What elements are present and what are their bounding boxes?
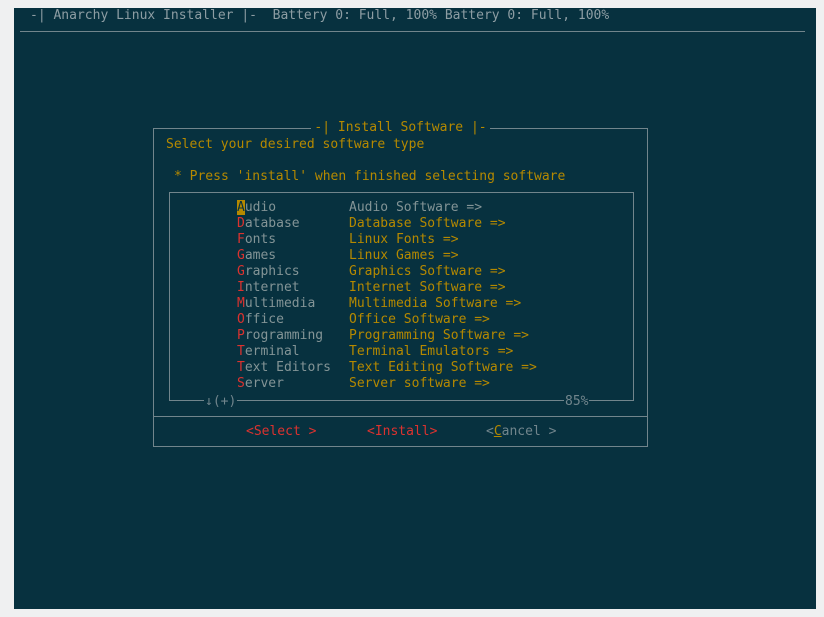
list-item-hotkey: P bbox=[237, 328, 245, 343]
status-line: -| Anarchy Linux Installer |- Battery 0:… bbox=[30, 8, 610, 23]
install-button[interactable]: <Install> bbox=[367, 424, 437, 440]
list-item-tag: Graphics bbox=[237, 264, 300, 280]
list-item-tag-rest: ffice bbox=[244, 312, 284, 327]
list-item-tag: Games bbox=[237, 248, 276, 264]
list-item-tag-rest: erminal bbox=[244, 344, 300, 359]
dialog-title-bar: -| Install Software |- bbox=[154, 120, 647, 136]
software-type-list[interactable]: Audio Audio Software => Database Database S… bbox=[169, 192, 634, 410]
cancel-button[interactable]: <Cancel > bbox=[486, 424, 556, 440]
list-item-tag-rest: rogramming bbox=[244, 328, 324, 343]
list-item-hotkey: G bbox=[237, 248, 245, 263]
list-item-tag-rest: udio bbox=[244, 200, 277, 215]
dialog-hint: * Press 'install' when finished selectin… bbox=[174, 169, 566, 184]
list-item-tag: Text Editors bbox=[237, 360, 331, 376]
list-item[interactable]: Internet Internet Software => bbox=[170, 280, 630, 296]
list-item-description: Multimedia Software => bbox=[349, 296, 522, 311]
list-item-description: Graphics Software => bbox=[349, 264, 506, 279]
list-item-description: Programming Software => bbox=[349, 328, 530, 343]
scroll-percent: 85% bbox=[564, 394, 590, 410]
list-item-tag: Programming bbox=[237, 328, 323, 344]
list-item[interactable]: Audio Audio Software => bbox=[170, 200, 630, 216]
list-item-description: Linux Games => bbox=[349, 248, 459, 263]
list-item-tag: Audio bbox=[237, 200, 276, 216]
list-item[interactable]: Fonts Linux Fonts => bbox=[170, 232, 630, 248]
list-item-tag: Internet bbox=[237, 280, 300, 296]
list-item-tag-rest: ames bbox=[244, 248, 277, 263]
list-item[interactable]: Graphics Graphics Software => bbox=[170, 264, 630, 280]
list-item-hotkey: T bbox=[237, 344, 245, 359]
list-item-description: Audio Software => bbox=[349, 200, 483, 215]
list-item-hotkey: A bbox=[237, 200, 245, 215]
list-item-description: Database Software => bbox=[349, 216, 506, 231]
cancel-label: ancel > bbox=[501, 424, 557, 439]
list-item-hotkey: I bbox=[237, 280, 245, 295]
dialog-prompt: Select your desired software type bbox=[166, 137, 425, 152]
dialog-title: -| Install Software |- bbox=[311, 120, 490, 135]
list-item-hotkey: T bbox=[237, 360, 245, 375]
list-item[interactable]: Terminal Terminal Emulators => bbox=[170, 344, 630, 360]
list-item-description: Linux Fonts => bbox=[349, 232, 459, 247]
list-item-description: Office Software => bbox=[349, 312, 490, 327]
list-item-description: Text Editing Software => bbox=[349, 360, 537, 375]
status-line-divider bbox=[20, 31, 805, 32]
terminal-screen: -| Anarchy Linux Installer |- Battery 0:… bbox=[14, 8, 816, 609]
list-item-tag-rest: atabase bbox=[244, 216, 300, 231]
list-item-hotkey: O bbox=[237, 312, 245, 327]
list-item-tag: Multimedia bbox=[237, 296, 315, 312]
list-item[interactable]: Office Office Software => bbox=[170, 312, 630, 328]
list-item-tag: Terminal bbox=[237, 344, 300, 360]
list-item-tag-rest: onts bbox=[244, 232, 277, 247]
list-item-tag: Server bbox=[237, 376, 284, 392]
scroll-indicator: ↓(+) bbox=[204, 394, 238, 410]
list-item-tag-rest: erver bbox=[244, 376, 284, 391]
cancel-hotkey: C bbox=[493, 424, 502, 439]
list-item[interactable]: Games Linux Games => bbox=[170, 248, 630, 264]
list-item-hotkey: M bbox=[237, 296, 245, 311]
list-item-description: Server software => bbox=[349, 376, 490, 391]
list-item-description: Terminal Emulators => bbox=[349, 344, 514, 359]
list-item-hotkey: S bbox=[237, 376, 245, 391]
list-item-tag-rest: nternet bbox=[244, 280, 300, 295]
button-bar-divider bbox=[154, 416, 647, 417]
list-item-tag: Database bbox=[237, 216, 300, 232]
list-item-hotkey: F bbox=[237, 232, 245, 247]
list-item[interactable]: Database Database Software => bbox=[170, 216, 630, 232]
select-button[interactable]: <Select > bbox=[246, 424, 316, 440]
list-item[interactable]: Text Editors Text Editing Software => bbox=[170, 360, 630, 376]
list-item-tag-rest: ultimedia bbox=[244, 296, 316, 311]
list-item[interactable]: Multimedia Multimedia Software => bbox=[170, 296, 630, 312]
list-item-tag-rest: ext Editors bbox=[244, 360, 331, 375]
list-item[interactable]: Server Server software => bbox=[170, 376, 630, 392]
list-item-tag-rest: raphics bbox=[244, 264, 300, 279]
list-item-description: Internet Software => bbox=[349, 280, 506, 295]
list-item-tag: Fonts bbox=[237, 232, 276, 248]
list-item-hotkey: G bbox=[237, 264, 245, 279]
list-item-tag: Office bbox=[237, 312, 284, 328]
list-item[interactable]: Programming Programming Software => bbox=[170, 328, 630, 344]
list-item-hotkey: D bbox=[237, 216, 245, 231]
install-software-dialog: -| Install Software |- Select your desir… bbox=[153, 120, 648, 447]
cancel-open-bracket: < bbox=[486, 424, 494, 439]
